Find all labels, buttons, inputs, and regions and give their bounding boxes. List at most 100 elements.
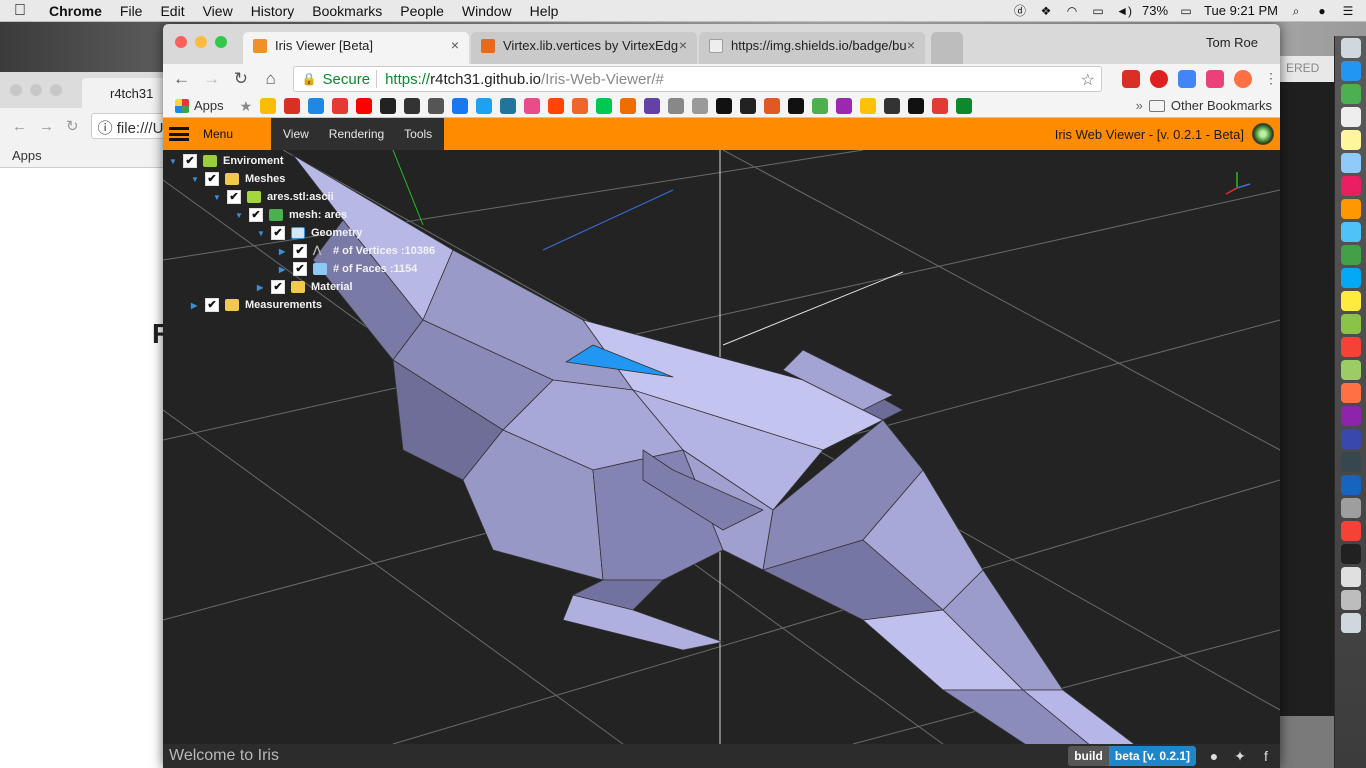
status-d-icon[interactable]: ⓓ [1012,4,1028,18]
visibility-checkbox[interactable]: ✔ [271,226,285,240]
menu-file[interactable]: File [111,3,152,19]
dock-app-icon[interactable] [1340,268,1361,288]
bg-close-light[interactable] [10,84,22,96]
tree-node-vertices[interactable]: ▶ ✔ ⋀ # of Vertices :10386 [279,242,435,260]
bookmark-favicon-icon[interactable] [260,97,277,114]
bookmark-favicon-icon[interactable] [404,97,421,114]
bookmark-favicon-icon[interactable] [332,97,349,114]
zoom-window-button[interactable] [215,36,227,48]
dock-app-icon[interactable] [1340,544,1361,564]
dock-app-icon[interactable] [1340,337,1361,357]
dock-app-icon[interactable] [1340,84,1361,104]
bookmark-star-icon[interactable]: ☆ [1081,70,1095,90]
nav-view[interactable]: View [283,127,309,141]
bookmark-favicon-icon[interactable] [596,97,613,114]
bookmark-favicon-icon[interactable] [836,97,853,114]
visibility-checkbox[interactable]: ✔ [271,280,285,294]
wifi-icon[interactable]: ◠ [1064,4,1080,18]
bookmark-favicon-icon[interactable] [956,97,973,114]
siri-icon[interactable]: ● [1314,4,1330,18]
overflow-chevron-icon[interactable]: » [1136,98,1143,113]
tree-node-mesh-ares[interactable]: ▼ ✔ mesh: ares [235,206,435,224]
tree-node-ares-stl[interactable]: ▼ ✔ ares.stl:ascii [213,188,435,206]
apple-icon[interactable]:  [0,2,40,20]
bookmark-favicon-icon[interactable] [476,97,493,114]
new-tab-button[interactable] [931,32,963,64]
bookmark-favicon-icon[interactable] [740,97,757,114]
dock-app-icon[interactable] [1340,245,1361,265]
visibility-checkbox[interactable]: ✔ [205,172,219,186]
collapsed-triangle-icon[interactable]: ▶ [257,283,265,292]
clock[interactable]: Tue 9:21 PM [1204,3,1278,18]
bookmark-favicon-icon[interactable] [500,97,517,114]
bookmark-favicon-icon[interactable] [668,97,685,114]
tree-node-geometry[interactable]: ▼ ✔ Geometry [257,224,435,242]
close-tab-icon[interactable]: × [679,37,687,53]
spotlight-search-icon[interactable]: ⌕ [1288,4,1304,18]
dock-app-icon[interactable] [1340,360,1361,380]
menu-app-name[interactable]: Chrome [40,3,111,19]
dock-app-icon[interactable] [1340,521,1361,541]
bookmark-favicon-icon[interactable] [932,97,949,114]
bookmark-favicon-icon[interactable] [380,97,397,114]
volume-icon[interactable]: ◄) [1116,4,1132,18]
bookmark-favicon-icon[interactable] [452,97,469,114]
collapsed-triangle-icon[interactable]: ▶ [279,247,287,256]
bookmark-favicon-icon[interactable] [428,97,445,114]
minimize-window-button[interactable] [195,36,207,48]
camera-extension-icon[interactable] [1206,70,1225,88]
bg-minimize-light[interactable] [30,84,42,96]
nav-tools[interactable]: Tools [404,127,432,141]
close-tab-icon[interactable]: × [451,37,459,53]
bg-reload-icon[interactable]: ↻ [66,117,79,135]
dock-app-icon[interactable] [1340,590,1361,610]
bookmark-favicon-icon[interactable] [548,97,565,114]
tab-virtex[interactable]: Virtex.lib.vertices by VirtexEdg × [471,32,697,64]
dock-app-icon[interactable] [1340,567,1361,587]
nav-rendering[interactable]: Rendering [329,127,384,141]
dock-app-icon[interactable] [1340,222,1361,242]
dock-app-icon[interactable] [1340,199,1361,219]
collapsed-triangle-icon[interactable]: ▶ [191,301,199,310]
facebook-icon[interactable]: f [1258,748,1274,764]
3d-viewport[interactable]: ▼ ✔ Enviroment ▼ ✔ Meshes ▼ ✔ ares.stl:a… [163,150,1280,744]
bookmark-star-icon[interactable]: ★ [240,98,253,114]
chrome-menu-icon[interactable]: ⋮ [1262,70,1280,88]
bookmark-favicon-icon[interactable] [356,97,373,114]
airplay-icon[interactable]: ▭ [1090,4,1106,18]
bookmark-favicon-icon[interactable] [788,97,805,114]
menu-help[interactable]: Help [521,3,568,19]
reload-icon[interactable]: ↻ [233,69,249,89]
battery-percent[interactable]: 73% [1142,3,1168,18]
expand-triangle-icon[interactable]: ▼ [257,229,265,238]
profile-name[interactable]: Tom Roe [1206,35,1258,50]
tree-node-material[interactable]: ▶ ✔ Material [257,278,435,296]
bookmark-favicon-icon[interactable] [308,97,325,114]
apps-bookmark[interactable]: Apps [175,98,224,113]
tree-node-meshes[interactable]: ▼ ✔ Meshes [191,170,435,188]
dock-app-icon[interactable] [1340,176,1361,196]
bookmark-favicon-icon[interactable] [572,97,589,114]
dock-app-icon[interactable] [1340,406,1361,426]
expand-triangle-icon[interactable]: ▼ [191,175,199,184]
battery-icon[interactable]: ▭ [1178,4,1194,18]
close-window-button[interactable] [175,36,187,48]
bookmark-favicon-icon[interactable] [692,97,709,114]
expand-triangle-icon[interactable]: ▼ [235,211,243,220]
dock-app-icon[interactable] [1340,38,1361,58]
visibility-checkbox[interactable]: ✔ [293,244,307,258]
gmail-extension-icon[interactable] [1122,70,1141,88]
location-extension-icon[interactable] [1234,70,1253,88]
visibility-checkbox[interactable]: ✔ [293,262,307,276]
visibility-checkbox[interactable]: ✔ [249,208,263,222]
address-bar[interactable]: 🔒 Secure https:// r4tch31.github.io /Iri… [292,66,1103,92]
close-tab-icon[interactable]: × [907,37,915,53]
bookmark-favicon-icon[interactable] [620,97,637,114]
dock-app-icon[interactable] [1340,291,1361,311]
bg-back-icon[interactable]: ← [12,118,27,135]
dock-app-icon[interactable] [1340,130,1361,150]
bg-apps-bookmark[interactable]: Apps [12,148,42,163]
dock-app-icon[interactable] [1340,314,1361,334]
dropbox-icon[interactable]: ❖ [1038,4,1054,18]
github-icon[interactable]: ● [1206,748,1222,764]
